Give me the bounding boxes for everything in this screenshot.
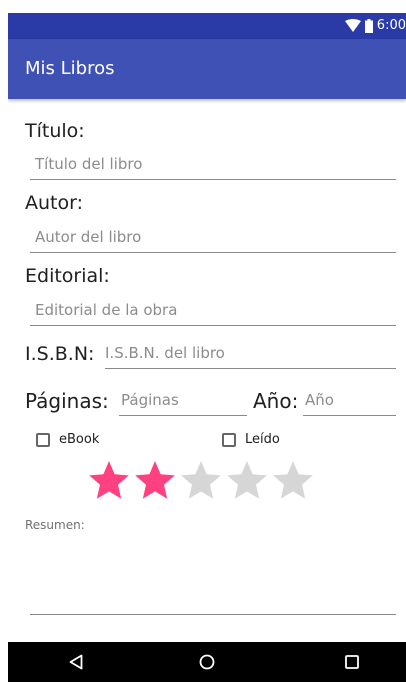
leido-label: Leído [245, 432, 280, 447]
app-title: Mis Libros [25, 58, 115, 79]
back-button[interactable] [46, 642, 106, 682]
wifi-icon [344, 19, 361, 32]
status-icons: 6:00 [344, 16, 406, 36]
ebook-checkbox-box[interactable] [36, 432, 50, 447]
star-empty-icon[interactable] [226, 459, 268, 501]
autor-input[interactable] [30, 228, 401, 246]
star-filled-icon[interactable] [88, 459, 130, 501]
resumen-label: Resumen: [25, 518, 85, 532]
paginas-label: Páginas: [25, 389, 109, 413]
rating-bar[interactable] [88, 459, 314, 501]
recents-button[interactable] [322, 642, 382, 682]
anio-input[interactable] [303, 391, 398, 409]
anio-field [303, 385, 398, 416]
leido-checkbox[interactable]: Leído [222, 432, 280, 447]
paginas-input[interactable] [119, 391, 249, 409]
editorial-field [30, 295, 401, 326]
status-time: 6:00 [376, 18, 406, 33]
titulo-field [30, 149, 401, 180]
home-icon [199, 654, 215, 670]
leido-checkbox-box[interactable] [222, 432, 236, 447]
home-button[interactable] [177, 642, 237, 682]
back-icon [69, 654, 83, 670]
titulo-input[interactable] [30, 155, 401, 173]
anio-label: Año: [253, 389, 299, 413]
ebook-label: eBook [59, 432, 100, 447]
autor-field [30, 222, 401, 253]
navigation-bar [8, 642, 406, 682]
star-filled-icon[interactable] [134, 459, 176, 501]
status-bar: 6:00 [8, 13, 406, 39]
autor-label: Autor: [25, 192, 83, 214]
app-bar: Mis Libros [8, 39, 406, 99]
paginas-field [119, 385, 249, 416]
battery-icon [364, 19, 373, 33]
editorial-label: Editorial: [25, 265, 110, 287]
isbn-field [105, 338, 396, 369]
resumen-field[interactable] [30, 533, 396, 615]
ebook-checkbox[interactable]: eBook [36, 432, 99, 447]
isbn-input[interactable] [105, 344, 396, 362]
editorial-input[interactable] [30, 301, 401, 319]
phone-screen: 6:00 Mis Libros Título: Autor: Editorial… [8, 13, 406, 682]
titulo-label: Título: [25, 120, 85, 142]
recents-icon [345, 655, 359, 669]
star-empty-icon[interactable] [272, 459, 314, 501]
star-empty-icon[interactable] [180, 459, 222, 501]
isbn-label: I.S.B.N: [25, 343, 95, 365]
